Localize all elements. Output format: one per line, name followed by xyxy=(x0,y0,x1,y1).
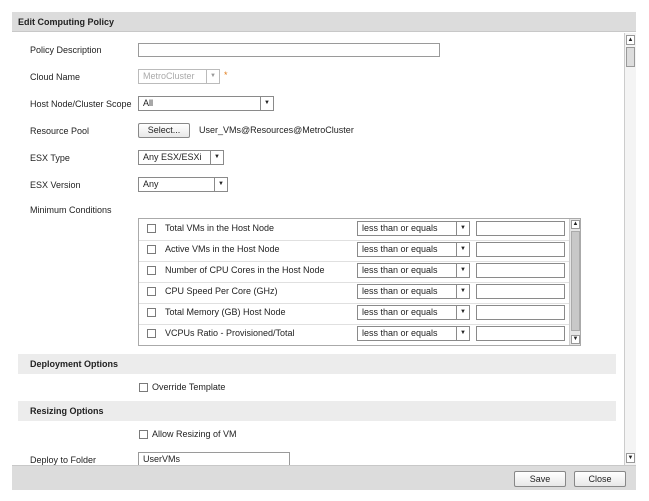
condition-value-input[interactable] xyxy=(476,221,565,236)
host-scope-select[interactable]: All ▼ xyxy=(138,96,274,111)
arrow-down-icon[interactable]: ▼ xyxy=(571,335,580,344)
condition-value-input[interactable] xyxy=(476,305,565,320)
host-scope-value: All xyxy=(143,98,154,108)
condition-row: Number of CPU Cores in the Host Node les… xyxy=(139,261,569,283)
operator-value: less than or equals xyxy=(362,223,438,233)
chevron-down-icon: ▼ xyxy=(456,222,469,235)
condition-row: Total Memory (GB) Host Node less than or… xyxy=(139,303,569,325)
conditions-scroll-thumb[interactable] xyxy=(571,231,580,331)
condition-operator-select[interactable]: less than or equals ▼ xyxy=(357,221,470,236)
policy-description-input[interactable] xyxy=(138,43,440,57)
condition-operator-select[interactable]: less than or equals ▼ xyxy=(357,305,470,320)
arrow-down-icon[interactable]: ▼ xyxy=(626,453,635,463)
deploy-folder-label: Deploy to Folder xyxy=(30,455,97,465)
condition-checkbox[interactable] xyxy=(147,287,156,296)
arrow-up-icon[interactable]: ▲ xyxy=(626,35,635,45)
esx-version-select[interactable]: Any ▼ xyxy=(138,177,228,192)
condition-checkbox[interactable] xyxy=(147,308,156,317)
esx-type-value: Any ESX/ESXi xyxy=(143,152,202,162)
esx-version-label: ESX Version xyxy=(30,180,81,190)
chevron-down-icon: ▼ xyxy=(210,151,223,164)
chevron-down-icon: ▼ xyxy=(456,264,469,277)
minimum-conditions-table: Total VMs in the Host Node less than or … xyxy=(138,218,581,346)
dialog-scrollbar[interactable]: ▲ ▼ xyxy=(624,33,636,465)
operator-value: less than or equals xyxy=(362,286,438,296)
condition-name: Number of CPU Cores in the Host Node xyxy=(165,265,325,275)
resource-pool-select-button[interactable]: Select... xyxy=(138,123,190,138)
condition-operator-select[interactable]: less than or equals ▼ xyxy=(357,284,470,299)
dialog-footer: Save Close xyxy=(12,465,636,490)
edit-computing-policy-dialog: Edit Computing Policy Policy Description… xyxy=(12,12,636,490)
override-template-label: Override Template xyxy=(152,382,226,392)
condition-value-input[interactable] xyxy=(476,284,565,299)
chevron-down-icon: ▼ xyxy=(456,285,469,298)
condition-value-input[interactable] xyxy=(476,263,565,278)
dialog-title: Edit Computing Policy xyxy=(12,12,636,32)
save-button[interactable]: Save xyxy=(514,471,566,487)
deploy-folder-input[interactable]: UserVMs xyxy=(138,452,290,465)
condition-value-input[interactable] xyxy=(476,242,565,257)
chevron-down-icon: ▼ xyxy=(456,243,469,256)
host-scope-label: Host Node/Cluster Scope xyxy=(30,99,132,109)
operator-value: less than or equals xyxy=(362,265,438,275)
operator-value: less than or equals xyxy=(362,244,438,254)
condition-row: Active VMs in the Host Node less than or… xyxy=(139,240,569,262)
cloud-name-value: MetroCluster xyxy=(143,71,195,81)
condition-name: Active VMs in the Host Node xyxy=(165,244,280,254)
required-indicator: * xyxy=(224,70,228,80)
condition-value-input[interactable] xyxy=(476,326,565,341)
dialog-scroll-thumb[interactable] xyxy=(626,47,635,67)
deployment-options-header: Deployment Options xyxy=(18,354,616,374)
override-template-checkbox[interactable] xyxy=(139,383,148,392)
condition-checkbox[interactable] xyxy=(147,266,156,275)
chevron-down-icon: ▼ xyxy=(206,70,219,83)
condition-operator-select[interactable]: less than or equals ▼ xyxy=(357,326,470,341)
condition-name: Total VMs in the Host Node xyxy=(165,223,275,233)
condition-checkbox[interactable] xyxy=(147,224,156,233)
condition-checkbox[interactable] xyxy=(147,329,156,338)
resource-pool-value: User_VMs@Resources@MetroCluster xyxy=(199,125,354,135)
condition-operator-select[interactable]: less than or equals ▼ xyxy=(357,263,470,278)
cloud-name-label: Cloud Name xyxy=(30,72,81,82)
esx-type-select[interactable]: Any ESX/ESXi ▼ xyxy=(138,150,224,165)
minimum-conditions-label: Minimum Conditions xyxy=(30,205,112,215)
esx-version-value: Any xyxy=(143,179,159,189)
chevron-down-icon: ▼ xyxy=(260,97,273,110)
chevron-down-icon: ▼ xyxy=(456,306,469,319)
close-button[interactable]: Close xyxy=(574,471,626,487)
arrow-up-icon[interactable]: ▲ xyxy=(571,220,580,229)
cloud-name-select[interactable]: MetroCluster ▼ xyxy=(138,69,220,84)
condition-name: VCPUs Ratio - Provisioned/Total xyxy=(165,328,295,338)
condition-checkbox[interactable] xyxy=(147,245,156,254)
allow-resizing-label: Allow Resizing of VM xyxy=(152,429,237,439)
condition-row: VCPUs Ratio - Provisioned/Total less tha… xyxy=(139,324,569,345)
resizing-options-header: Resizing Options xyxy=(18,401,616,421)
operator-value: less than or equals xyxy=(362,307,438,317)
condition-row: CPU Speed Per Core (GHz) less than or eq… xyxy=(139,282,569,304)
conditions-scrollbar[interactable]: ▲ ▼ xyxy=(569,219,580,345)
resource-pool-label: Resource Pool xyxy=(30,126,90,136)
allow-resizing-checkbox[interactable] xyxy=(139,430,148,439)
policy-description-label: Policy Description xyxy=(30,45,102,55)
condition-name: Total Memory (GB) Host Node xyxy=(165,307,286,317)
operator-value: less than or equals xyxy=(362,328,438,338)
chevron-down-icon: ▼ xyxy=(456,327,469,340)
condition-row: Total VMs in the Host Node less than or … xyxy=(139,219,569,241)
condition-operator-select[interactable]: less than or equals ▼ xyxy=(357,242,470,257)
dialog-content: Policy Description Cloud Name MetroClust… xyxy=(12,33,624,465)
condition-name: CPU Speed Per Core (GHz) xyxy=(165,286,278,296)
chevron-down-icon: ▼ xyxy=(214,178,227,191)
esx-type-label: ESX Type xyxy=(30,153,70,163)
